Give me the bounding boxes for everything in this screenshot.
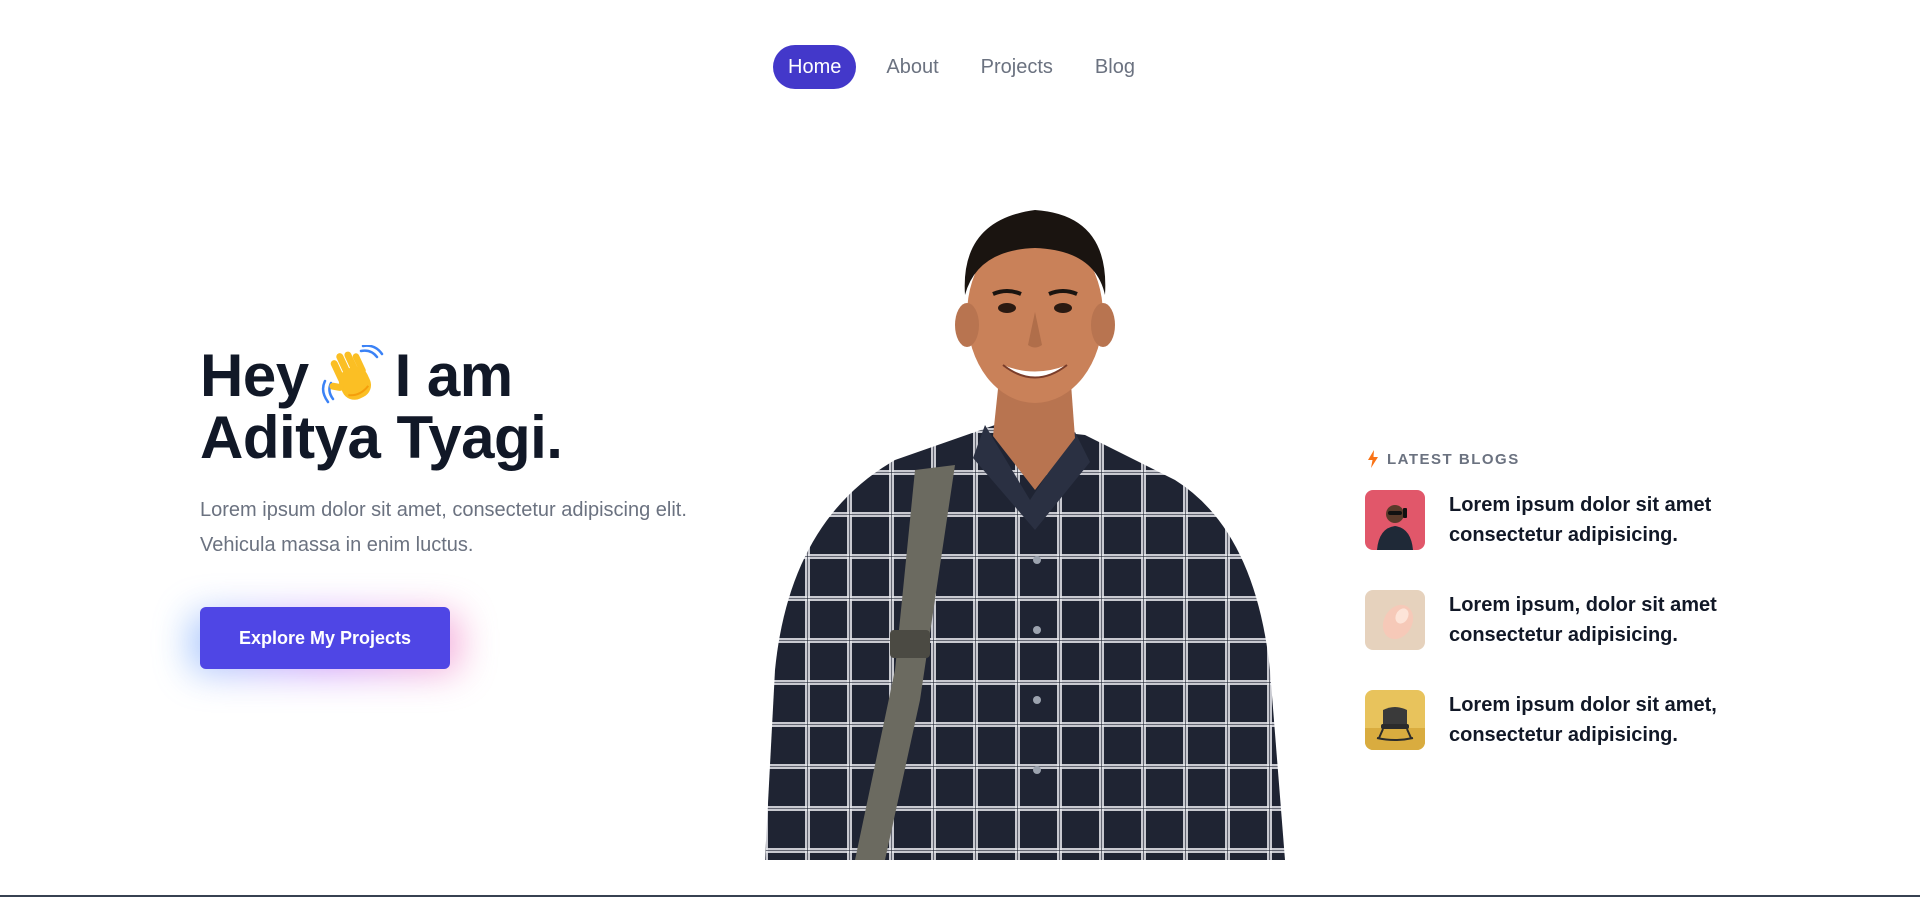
hero-title: Hey I am Aditya Tyagi. [200, 345, 563, 471]
nav-item-about[interactable]: About [874, 45, 950, 89]
nav-item-projects[interactable]: Projects [969, 45, 1065, 89]
blog-item[interactable]: Lorem ipsum, dolor sit amet consectetur … [1365, 590, 1765, 650]
hero-title-line1: Hey I am [200, 345, 562, 407]
blog-item[interactable]: Lorem ipsum dolor sit amet, consectetur … [1365, 690, 1765, 750]
latest-blogs-heading: LATEST BLOGS [1367, 450, 1765, 468]
blog-thumbnail-chair [1365, 690, 1425, 750]
top-nav: Home About Projects Blog [0, 45, 1920, 89]
lightning-bolt-icon [1368, 450, 1378, 468]
blog-title[interactable]: Lorem ipsum dolor sit amet consectetur a… [1449, 490, 1749, 550]
blog-item[interactable]: Lorem ipsum dolor sit amet consectetur a… [1365, 490, 1765, 550]
nav-item-home[interactable]: Home [773, 45, 857, 89]
page: Home About Projects Blog Hey I am Aditya… [0, 0, 1920, 897]
hero-name: Aditya Tyagi. [200, 404, 563, 471]
hero-i-am: I am [394, 342, 514, 409]
hero-greeting: Hey [200, 342, 309, 409]
explore-projects-button[interactable]: Explore My Projects [200, 607, 450, 669]
cta-wrapper: Explore My Projects [190, 607, 460, 673]
blog-title[interactable]: Lorem ipsum, dolor sit amet consectetur … [1449, 590, 1749, 650]
profile-photo [765, 210, 1285, 860]
nav-item-blog[interactable]: Blog [1083, 45, 1147, 89]
latest-blogs-label: LATEST BLOGS [1387, 450, 1520, 468]
hero-description: Lorem ipsum dolor sit amet, consectetur … [200, 499, 687, 556]
blog-list: Lorem ipsum dolor sit amet consectetur a… [1365, 490, 1765, 750]
waving-hand-icon [321, 345, 383, 404]
blog-title[interactable]: Lorem ipsum dolor sit amet, consectetur … [1449, 690, 1749, 750]
blog-thumbnail-person [1365, 490, 1425, 550]
blog-thumbnail-object [1365, 590, 1425, 650]
latest-blogs-section: LATEST BLOGS Lorem ipsum dolor sit amet … [1365, 450, 1765, 750]
